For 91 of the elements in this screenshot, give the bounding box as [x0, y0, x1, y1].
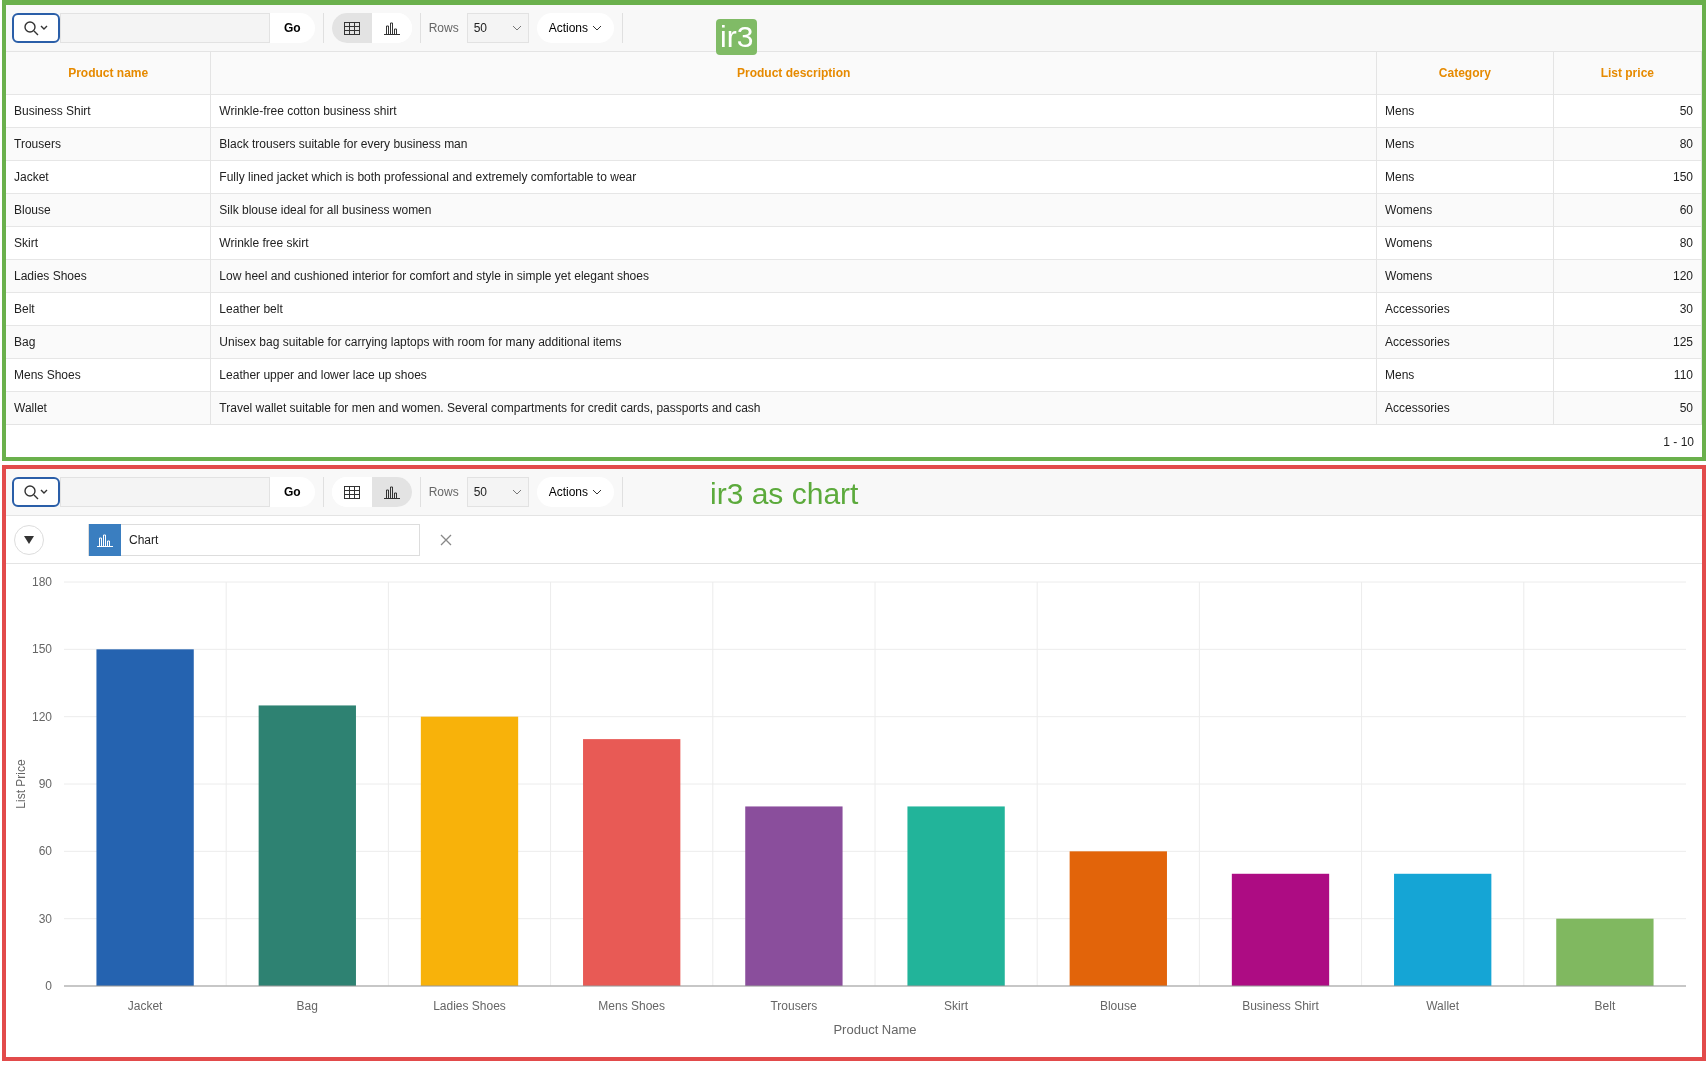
rows-select[interactable]: 50 — [466, 477, 529, 507]
table-cell: Mens — [1385, 170, 1415, 184]
search-icon — [23, 484, 49, 500]
actions-button[interactable]: Actions — [536, 13, 615, 43]
chart-view-button[interactable] — [371, 477, 412, 507]
table-cell: Leather upper and lower lace up shoes — [219, 368, 427, 382]
chevron-down-icon — [592, 489, 603, 495]
chart-view-filter[interactable]: Chart — [88, 523, 420, 556]
triangle-down-icon — [24, 535, 34, 544]
grid-view-button[interactable] — [331, 13, 372, 43]
table-cell: Leather belt — [219, 302, 283, 316]
table-cell: 150 — [1672, 170, 1693, 184]
annotation-badge: ir3 — [716, 19, 758, 55]
y-tick-label: 0 — [45, 979, 52, 993]
table-cell: Jacket — [14, 170, 49, 184]
table-cell: Skirt — [14, 236, 38, 250]
chevron-down-icon — [511, 25, 522, 31]
table-cell: Accessories — [1385, 401, 1450, 415]
bar-chart-icon — [97, 532, 113, 547]
table-cell: Womens — [1385, 236, 1433, 250]
table-cell: 50 — [1679, 104, 1693, 118]
table-cell: Trousers — [14, 137, 61, 151]
y-tick-label: 60 — [38, 844, 52, 859]
annotation-text: ir3 as chart — [710, 477, 859, 511]
table-cell: Unisex bag suitable for carrying laptops with room for many additional items — [219, 335, 622, 349]
table-cell: 30 — [1679, 302, 1693, 316]
rows-label: Rows — [428, 485, 459, 499]
rows-label: Rows — [428, 21, 459, 35]
x-tick-label: Bag — [296, 999, 318, 1013]
y-tick-label: 180 — [31, 575, 52, 589]
x-tick-label: Wallet — [1426, 999, 1460, 1013]
x-tick-label: Belt — [1594, 999, 1616, 1013]
table-cell: Womens — [1385, 203, 1433, 217]
table-cell: Black trousers suitable for every business man — [219, 137, 468, 151]
table-cell: 80 — [1679, 137, 1693, 151]
y-tick-label: 90 — [38, 777, 52, 791]
chevron-down-icon — [511, 489, 522, 495]
table-icon — [343, 21, 360, 35]
table-cell: Accessories — [1385, 302, 1450, 316]
y-tick-label: 150 — [31, 642, 52, 657]
x-tick-label: Ladies Shoes — [433, 999, 506, 1013]
table-cell: Silk blouse ideal for all business women — [219, 203, 432, 217]
table-cell: Travel wallet suitable for men and women. Several compartments for credit cards, passports and cash — [219, 401, 761, 415]
x-tick-label: Business Shirt — [1242, 999, 1319, 1013]
table-cell: Blouse — [14, 203, 51, 217]
search-menu-button[interactable] — [12, 13, 60, 43]
table-cell: 110 — [1673, 368, 1693, 382]
y-tick-label: 30 — [38, 911, 52, 926]
y-axis-title: List Price — [14, 759, 28, 809]
search-menu-button[interactable] — [12, 477, 60, 507]
table-cell: 80 — [1679, 236, 1693, 250]
table-cell: Belt — [14, 302, 35, 316]
table-cell: Wallet — [14, 401, 47, 415]
table-cell: 125 — [1672, 335, 1693, 349]
table-cell: Womens — [1385, 269, 1433, 283]
table-icon — [343, 485, 360, 499]
go-button[interactable]: Go — [270, 13, 315, 43]
search-field[interactable] — [60, 13, 270, 43]
collapse-toggle-button[interactable] — [14, 524, 44, 555]
table-cell: Mens — [1385, 368, 1415, 382]
search-field[interactable] — [60, 477, 270, 507]
x-tick-label: Blouse — [1099, 999, 1137, 1013]
table-cell: Business Shirt — [14, 104, 91, 118]
chevron-down-icon — [592, 25, 603, 31]
x-axis-title: Product Name — [833, 1022, 917, 1037]
table-cell: Mens — [1385, 104, 1415, 118]
close-icon — [440, 533, 452, 546]
table-cell: Wrinkle free skirt — [219, 236, 309, 250]
bar-chart-icon — [383, 21, 400, 35]
x-tick-label: Jacket — [127, 999, 163, 1013]
pagination-text: 1 - 10 — [1663, 435, 1694, 449]
x-tick-label: Mens Shoes — [598, 999, 666, 1013]
y-tick-label: 120 — [31, 709, 52, 724]
table-cell: Mens Shoes — [14, 368, 81, 382]
table-cell: Ladies Shoes — [14, 269, 87, 283]
bar-chart-icon — [383, 485, 400, 499]
rows-select[interactable]: 50 — [466, 13, 529, 43]
actions-button[interactable]: Actions — [536, 477, 615, 507]
table-cell: Wrinkle-free cotton business shirt — [219, 104, 397, 118]
table-cell: Mens — [1385, 137, 1415, 151]
x-tick-label: Skirt — [944, 999, 969, 1013]
go-button[interactable]: Go — [270, 477, 315, 507]
table-cell: Low heel and cushioned interior for comfort and style in simple yet elegant shoes — [219, 269, 649, 283]
table-cell: 60 — [1679, 203, 1693, 217]
table-cell: Bag — [14, 335, 36, 349]
table-cell: 50 — [1679, 401, 1693, 415]
x-tick-label: Trousers — [770, 999, 818, 1013]
search-icon — [23, 20, 49, 36]
table-cell: 120 — [1672, 269, 1693, 283]
table-cell: Accessories — [1385, 335, 1450, 349]
table-cell: Fully lined jacket which is both professional and extremely comfortable to wear — [219, 170, 637, 184]
